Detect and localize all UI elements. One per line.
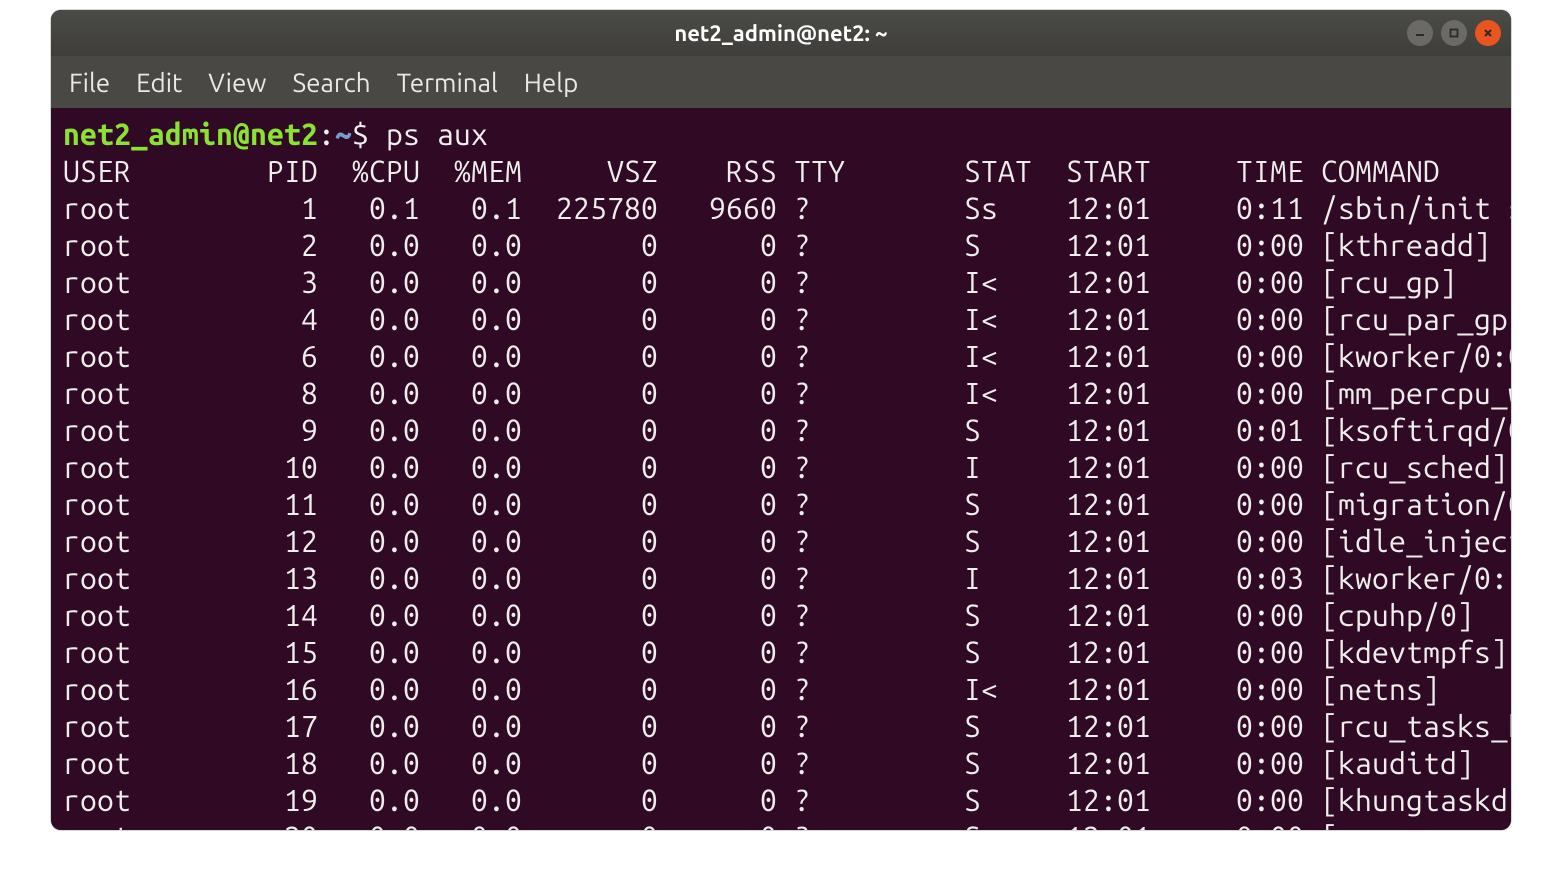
maximize-icon <box>1448 27 1460 39</box>
menu-file[interactable]: File <box>69 68 110 97</box>
close-button[interactable] <box>1475 20 1501 46</box>
menu-view[interactable]: View <box>208 68 266 97</box>
menu-terminal[interactable]: Terminal <box>397 68 498 97</box>
window-controls <box>1407 20 1501 46</box>
minimize-button[interactable] <box>1407 20 1433 46</box>
menu-edit[interactable]: Edit <box>136 68 182 97</box>
terminal-window: net2_admin@net2: ~ File Edit View Search… <box>51 10 1511 830</box>
prompt-colon: : <box>318 117 335 151</box>
ps-output: USER PID %CPU %MEM VSZ RSS TTY STAT STAR… <box>63 153 1499 830</box>
close-icon <box>1482 27 1494 39</box>
prompt-user-host: net2_admin@net2 <box>63 117 318 151</box>
prompt-sigil: $ <box>352 117 369 151</box>
maximize-button[interactable] <box>1441 20 1467 46</box>
menubar: File Edit View Search Terminal Help <box>51 56 1511 108</box>
prompt-command-text: ps aux <box>386 117 488 151</box>
window-title: net2_admin@net2: ~ <box>674 21 887 46</box>
titlebar[interactable]: net2_admin@net2: ~ <box>51 10 1511 56</box>
prompt-path: ~ <box>335 117 352 151</box>
prompt-line: net2_admin@net2:~$ ps aux <box>63 116 1499 153</box>
terminal-body[interactable]: net2_admin@net2:~$ ps auxUSER PID %CPU %… <box>51 108 1511 830</box>
menu-search[interactable]: Search <box>292 68 370 97</box>
prompt-command <box>369 117 386 151</box>
menu-help[interactable]: Help <box>524 68 579 97</box>
minimize-icon <box>1414 27 1426 39</box>
